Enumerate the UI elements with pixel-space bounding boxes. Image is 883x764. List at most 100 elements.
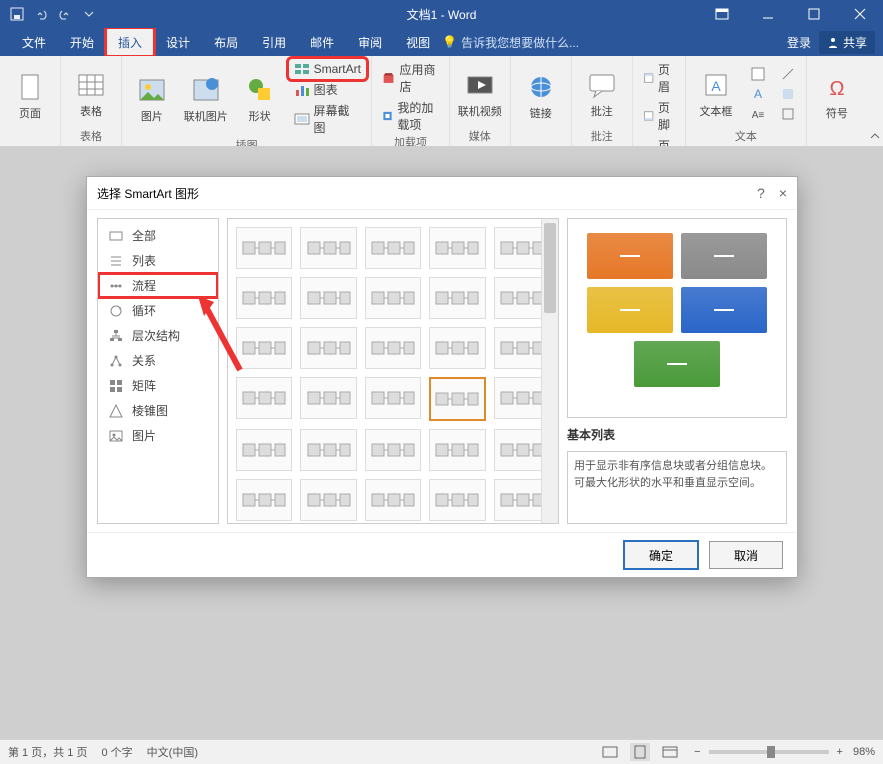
layout-thumbnail[interactable] xyxy=(300,479,356,521)
zoom-in-button[interactable]: + xyxy=(837,746,843,758)
layout-thumbnail[interactable] xyxy=(236,327,292,369)
tell-me[interactable]: 💡 告诉我您想要做什么... xyxy=(442,28,579,56)
layout-thumbnail[interactable] xyxy=(429,377,485,421)
minimize-icon[interactable] xyxy=(745,0,791,28)
zoom-out-button[interactable]: − xyxy=(694,746,700,758)
tab-insert[interactable]: 插入 xyxy=(106,28,154,56)
dialog-close-icon[interactable]: × xyxy=(779,185,787,201)
layout-thumbnail[interactable] xyxy=(300,277,356,319)
tab-file[interactable]: 文件 xyxy=(10,28,58,56)
comment-button[interactable]: 批注 xyxy=(578,69,626,119)
text-opt-5[interactable] xyxy=(776,85,800,103)
share-button[interactable]: 共享 xyxy=(819,31,875,54)
status-language[interactable]: 中文(中国) xyxy=(147,744,198,760)
layout-thumbnail[interactable] xyxy=(236,277,292,319)
ribbon-tabs: 文件 开始 插入 设计 布局 引用 邮件 审阅 视图 💡 告诉我您想要做什么..… xyxy=(0,28,883,56)
cancel-button[interactable]: 取消 xyxy=(709,541,783,569)
shapes-button[interactable]: 形状 xyxy=(236,74,284,124)
cat-cycle[interactable]: 循环 xyxy=(98,298,218,323)
layout-thumbnail[interactable] xyxy=(365,327,421,369)
online-pictures-button[interactable]: 联机图片 xyxy=(182,74,230,124)
chart-button[interactable]: 图表 xyxy=(290,80,366,99)
text-opt-1[interactable] xyxy=(746,65,770,83)
tab-home[interactable]: 开始 xyxy=(58,28,106,56)
screenshot-button[interactable]: 屏幕截图 xyxy=(290,101,366,137)
layout-thumbnail[interactable] xyxy=(429,277,485,319)
cat-pyramid[interactable]: 棱锥图 xyxy=(98,398,218,423)
layout-thumbnail[interactable] xyxy=(429,327,485,369)
layout-thumbnail[interactable] xyxy=(300,327,356,369)
layout-thumbnail[interactable] xyxy=(300,377,356,419)
links-button[interactable]: 链接 xyxy=(517,71,565,121)
layout-thumbnail[interactable] xyxy=(429,479,485,521)
table-button[interactable]: 表格 xyxy=(67,69,115,119)
text-opt-4[interactable] xyxy=(776,65,800,83)
status-word-count[interactable]: 0 个字 xyxy=(101,744,132,760)
cat-all[interactable]: 全部 xyxy=(98,223,218,248)
cat-all-label: 全部 xyxy=(132,227,156,244)
collapse-ribbon-icon[interactable] xyxy=(867,56,883,146)
dialog-help-icon[interactable]: ? xyxy=(757,185,765,201)
my-addins-button[interactable]: 我的加载项 xyxy=(378,98,442,134)
layout-thumbnail[interactable] xyxy=(236,429,292,471)
undo-icon[interactable] xyxy=(32,5,50,23)
smartart-button[interactable]: SmartArt xyxy=(290,60,366,78)
cat-hierarchy[interactable]: 层次结构 xyxy=(98,323,218,348)
cat-picture[interactable]: 图片 xyxy=(98,423,218,448)
layout-thumbnail[interactable] xyxy=(365,377,421,419)
cat-picture-label: 图片 xyxy=(132,427,156,444)
header-button[interactable]: 页眉 xyxy=(639,60,679,96)
ribbon-display-options-icon[interactable] xyxy=(699,0,745,28)
symbol-button[interactable]: Ω 符号 xyxy=(813,71,861,121)
cat-list[interactable]: 列表 xyxy=(98,248,218,273)
online-video-button[interactable]: 联机视频 xyxy=(456,69,504,119)
pages-button[interactable]: 页面 xyxy=(6,71,54,121)
layout-thumbnail[interactable] xyxy=(429,429,485,471)
close-icon[interactable] xyxy=(837,0,883,28)
status-page[interactable]: 第 1 页，共 1 页 xyxy=(8,744,87,760)
text-opt-2[interactable]: A xyxy=(746,85,770,103)
layout-thumbnail[interactable] xyxy=(300,429,356,471)
tab-view[interactable]: 视图 xyxy=(394,28,442,56)
footer-button[interactable]: 页脚 xyxy=(639,98,679,134)
layout-thumbnail[interactable] xyxy=(365,277,421,319)
text-opt-3[interactable]: A≡ xyxy=(746,105,770,123)
layout-thumbnail[interactable] xyxy=(365,479,421,521)
cat-process[interactable]: 流程 xyxy=(98,273,218,298)
ok-button[interactable]: 确定 xyxy=(623,540,699,570)
zoom-level[interactable]: 98% xyxy=(853,746,875,758)
text-opt-6[interactable] xyxy=(776,105,800,123)
lightbulb-icon: 💡 xyxy=(442,35,457,49)
redo-icon[interactable] xyxy=(56,5,74,23)
layout-thumbnail[interactable] xyxy=(236,227,292,269)
zoom-slider[interactable] xyxy=(709,750,829,754)
qat-more-icon[interactable] xyxy=(80,5,98,23)
symbol-label: 符号 xyxy=(826,105,848,121)
pictures-button[interactable]: 图片 xyxy=(128,74,176,124)
tab-mailings[interactable]: 邮件 xyxy=(298,28,346,56)
tab-design[interactable]: 设计 xyxy=(154,28,202,56)
tab-layout[interactable]: 布局 xyxy=(202,28,250,56)
layout-thumbnail[interactable] xyxy=(236,377,292,419)
layout-thumbnail[interactable] xyxy=(236,479,292,521)
cat-matrix[interactable]: 矩阵 xyxy=(98,373,218,398)
view-print-icon[interactable] xyxy=(630,743,650,761)
textbox-button[interactable]: A 文本框 xyxy=(692,69,740,119)
cat-relationship[interactable]: 关系 xyxy=(98,348,218,373)
tab-references[interactable]: 引用 xyxy=(250,28,298,56)
scrollbar-thumb[interactable] xyxy=(544,223,556,313)
save-icon[interactable] xyxy=(8,5,26,23)
view-web-icon[interactable] xyxy=(662,745,678,759)
zoom-slider-thumb[interactable] xyxy=(767,746,775,758)
gallery-scrollbar[interactable] xyxy=(541,219,558,523)
store-button[interactable]: 应用商店 xyxy=(378,60,442,96)
layout-thumbnail[interactable] xyxy=(429,227,485,269)
maximize-icon[interactable] xyxy=(791,0,837,28)
layout-thumbnail[interactable] xyxy=(365,227,421,269)
layout-thumbnail[interactable] xyxy=(365,429,421,471)
login-link[interactable]: 登录 xyxy=(787,34,811,51)
group-pages-label xyxy=(28,132,31,146)
view-read-icon[interactable] xyxy=(602,745,618,759)
tab-review[interactable]: 审阅 xyxy=(346,28,394,56)
layout-thumbnail[interactable] xyxy=(300,227,356,269)
